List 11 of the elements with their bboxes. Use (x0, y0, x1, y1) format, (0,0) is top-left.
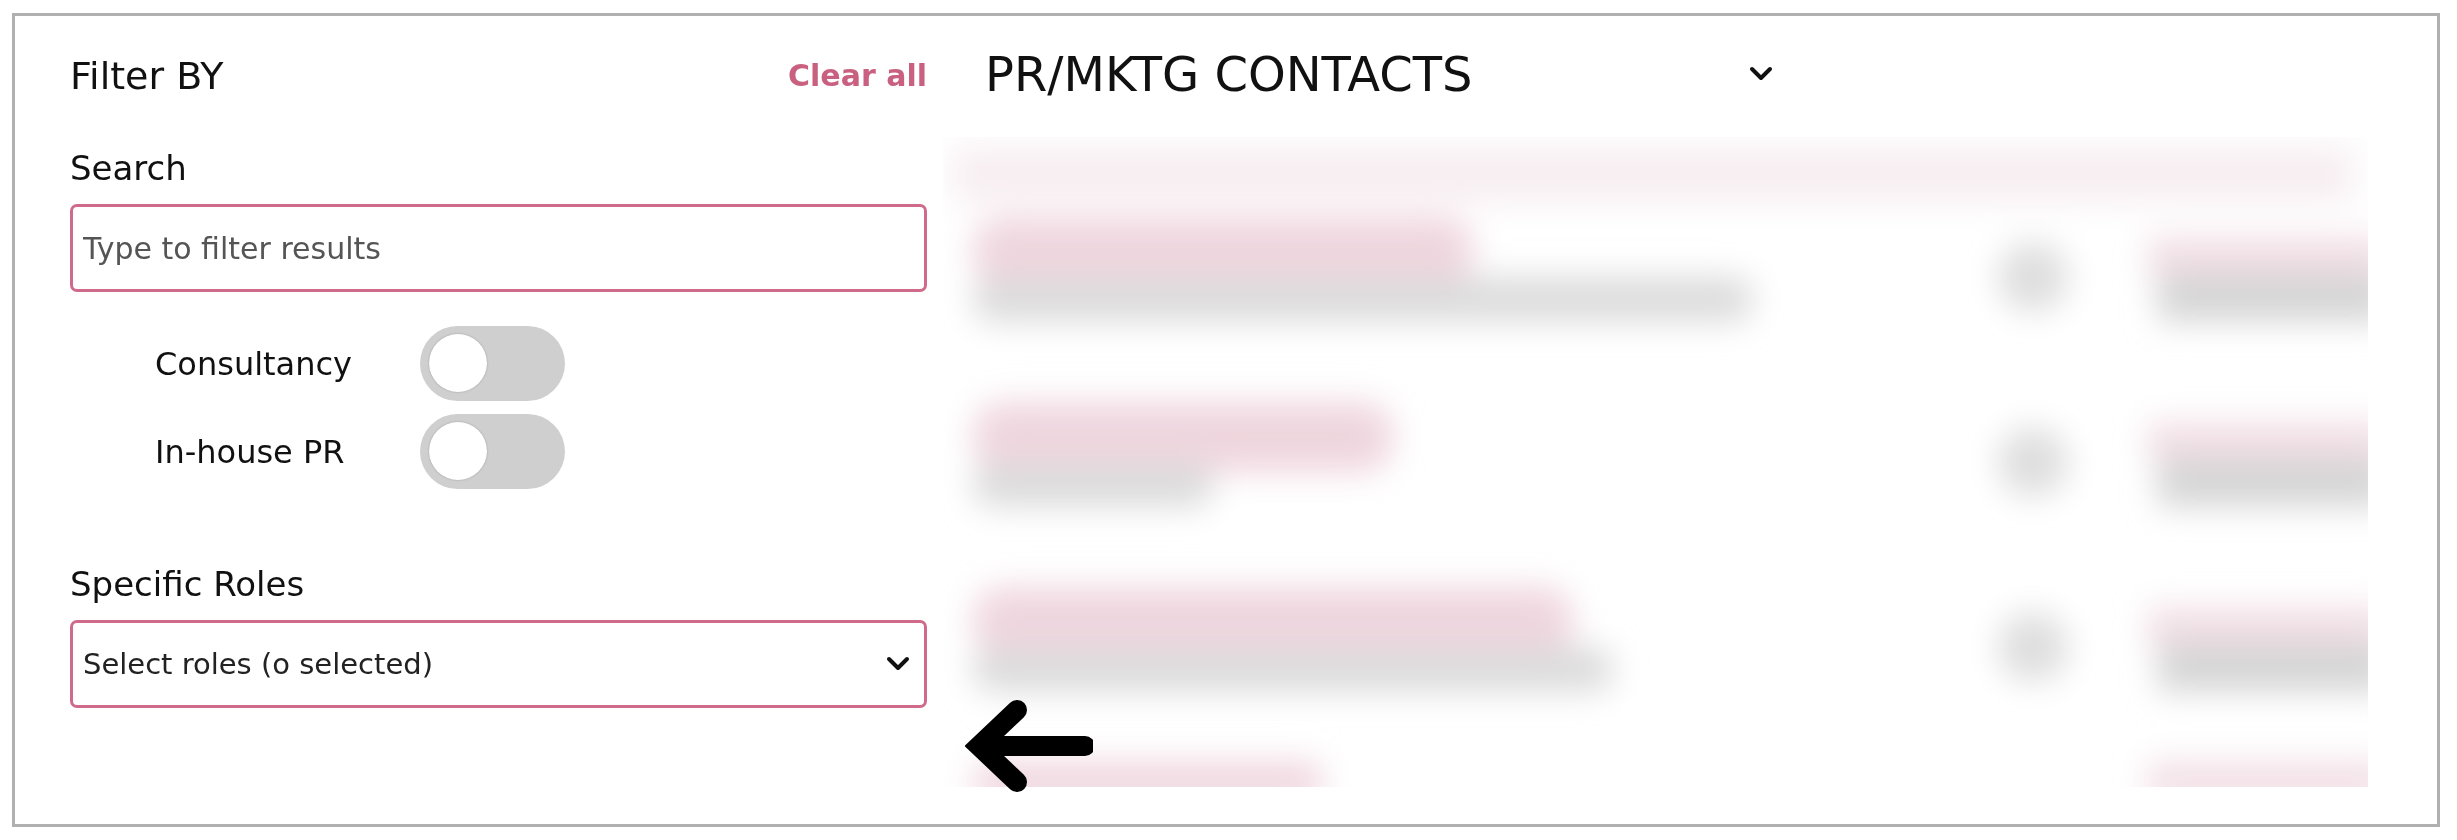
contacts-title: PR/MKTG CONTACTS (985, 46, 1474, 102)
roles-dropdown[interactable]: Select roles (o selected) (70, 620, 927, 708)
chevron-down-icon (886, 656, 910, 672)
clear-all-link[interactable]: Clear all (788, 58, 927, 93)
roles-label: Specific Roles (70, 564, 306, 604)
toggle-label: Consultancy (155, 344, 353, 383)
search-field[interactable]: Type to filter results (70, 204, 927, 292)
toggle-label: In-house PR (155, 432, 346, 471)
search-label: Search (70, 148, 188, 188)
filter-title: Filter BY (70, 54, 224, 98)
left-arrow-icon (965, 700, 1093, 792)
